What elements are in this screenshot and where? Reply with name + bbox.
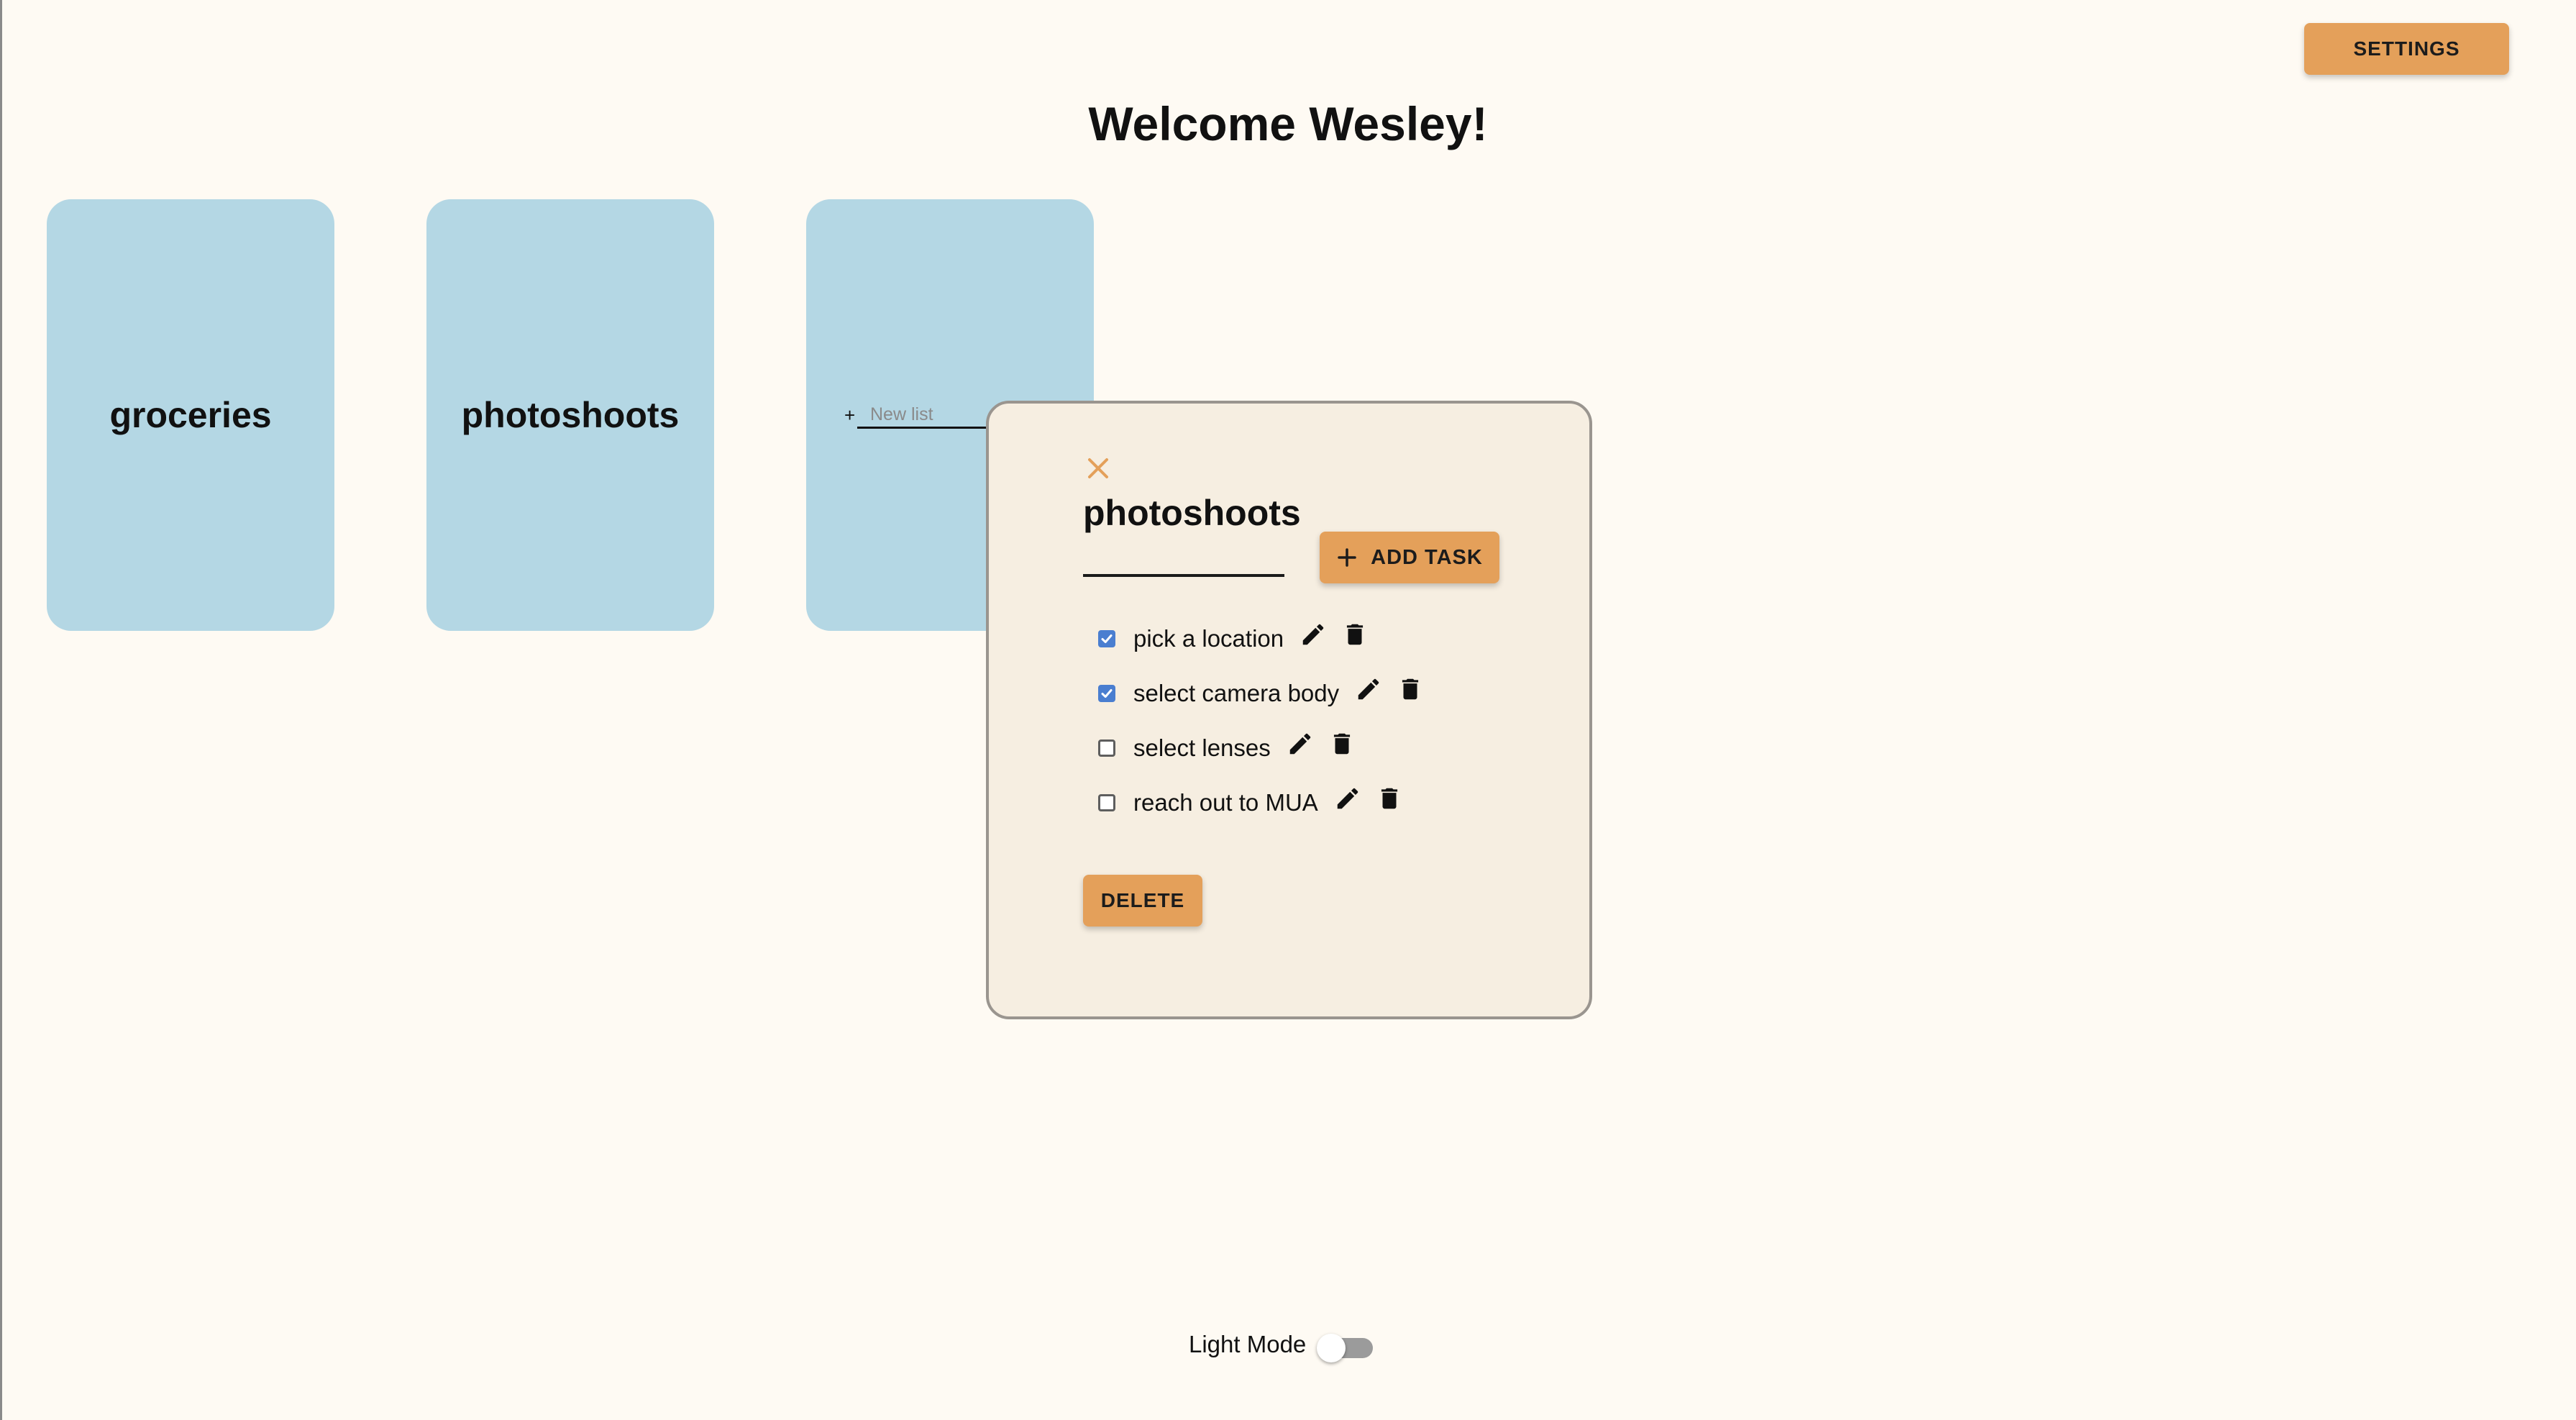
task-checkbox[interactable] xyxy=(1098,739,1115,757)
task-checkbox[interactable] xyxy=(1098,630,1115,647)
delete-task-button[interactable] xyxy=(1341,621,1369,648)
welcome-heading: Welcome Wesley! xyxy=(1088,97,1488,150)
pencil-icon xyxy=(1302,624,1324,645)
pencil-icon xyxy=(1358,678,1379,700)
task-label: select lenses xyxy=(1133,734,1271,761)
close-icon xyxy=(1088,458,1108,478)
window-edge xyxy=(0,0,2,1420)
plus-icon xyxy=(1338,548,1356,567)
list-card-groceries[interactable]: groceries xyxy=(47,199,334,631)
toggle-thumb xyxy=(1317,1334,1346,1362)
close-button[interactable] xyxy=(1084,454,1113,483)
list-card-photoshoots[interactable]: photoshoots xyxy=(426,199,714,631)
list-card-title: photoshoots xyxy=(461,395,680,435)
edit-task-button[interactable] xyxy=(1287,730,1314,757)
pencil-icon xyxy=(1289,733,1311,755)
trash-icon xyxy=(1402,678,1419,700)
new-list-plus-icon: + xyxy=(844,404,856,426)
task-checkbox[interactable] xyxy=(1098,794,1115,811)
task-label: select camera body xyxy=(1133,680,1340,706)
edit-task-button[interactable] xyxy=(1334,785,1361,812)
mode-label: Light Mode xyxy=(1189,1331,1307,1357)
delete-task-button[interactable] xyxy=(1328,730,1356,757)
theme-toggle[interactable] xyxy=(1317,1331,1376,1362)
title-underline xyxy=(1083,574,1284,577)
modal-title: photoshoots xyxy=(1083,493,1301,533)
trash-icon xyxy=(1381,788,1397,809)
task-item: select camera body xyxy=(1098,675,1424,712)
delete-list-button[interactable]: DELETE xyxy=(1083,875,1202,927)
edit-task-button[interactable] xyxy=(1300,621,1327,648)
trash-icon xyxy=(1347,624,1364,645)
task-item: reach out to MUA xyxy=(1098,784,1403,821)
add-task-button[interactable]: ADD TASK xyxy=(1320,532,1499,583)
task-label: pick a location xyxy=(1133,625,1284,652)
list-detail-modal: photoshoots ADD TASK pick a location sel… xyxy=(986,401,1592,1019)
settings-button[interactable]: SETTINGS xyxy=(2304,23,2509,75)
pencil-icon xyxy=(1337,788,1358,809)
task-item: pick a location xyxy=(1098,620,1369,657)
task-label: reach out to MUA xyxy=(1133,789,1318,816)
delete-task-button[interactable] xyxy=(1397,675,1424,703)
task-checkbox[interactable] xyxy=(1098,685,1115,702)
checkmark-icon xyxy=(1101,689,1113,698)
list-card-title: groceries xyxy=(109,395,272,435)
edit-task-button[interactable] xyxy=(1355,675,1382,703)
checkmark-icon xyxy=(1101,634,1113,643)
delete-task-button[interactable] xyxy=(1376,785,1403,812)
task-item: select lenses xyxy=(1098,729,1356,767)
add-task-label: ADD TASK xyxy=(1371,545,1483,569)
trash-icon xyxy=(1333,733,1350,755)
